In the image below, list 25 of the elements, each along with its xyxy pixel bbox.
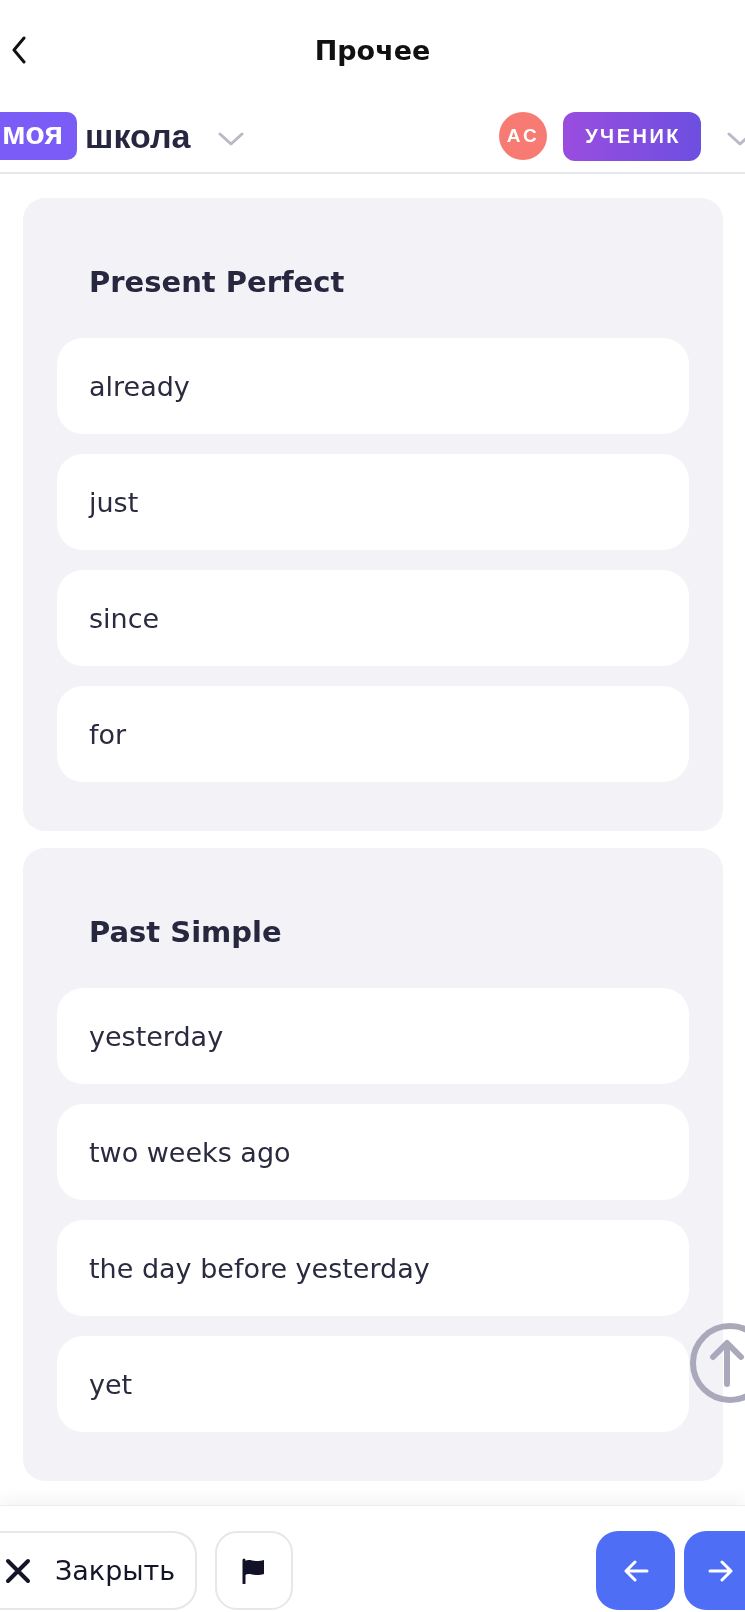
- next-button[interactable]: [684, 1531, 745, 1610]
- previous-button[interactable]: [596, 1531, 675, 1610]
- chevron-left-icon: [11, 36, 27, 64]
- word-tile[interactable]: the day before yesterday: [57, 1220, 689, 1316]
- role-badge: УЧЕНИК: [563, 111, 701, 161]
- group-title: Past Simple: [88, 914, 283, 951]
- close-button[interactable]: Закрыть: [0, 1531, 197, 1610]
- arrow-right-icon: [708, 1559, 734, 1582]
- word-tile[interactable]: since: [57, 570, 689, 666]
- arrow-left-icon: [622, 1559, 649, 1582]
- word-tile[interactable]: for: [57, 686, 689, 782]
- logo-text: школа: [85, 116, 191, 156]
- flag-button[interactable]: [215, 1531, 293, 1610]
- close-icon: [5, 1557, 31, 1584]
- word-tile[interactable]: yet: [57, 1336, 689, 1432]
- back-button[interactable]: [11, 36, 27, 64]
- group-title: Present Perfect: [88, 264, 346, 301]
- scroll-up-button[interactable]: [689, 1322, 745, 1404]
- logo-badge: моя: [0, 112, 78, 160]
- flag-icon: [242, 1557, 266, 1584]
- page-title: Прочее: [314, 34, 431, 66]
- word-tile[interactable]: yesterday: [57, 988, 689, 1084]
- word-tile[interactable]: already: [57, 338, 689, 434]
- word-tile[interactable]: two weeks ago: [57, 1104, 689, 1200]
- word-tile[interactable]: just: [57, 454, 689, 550]
